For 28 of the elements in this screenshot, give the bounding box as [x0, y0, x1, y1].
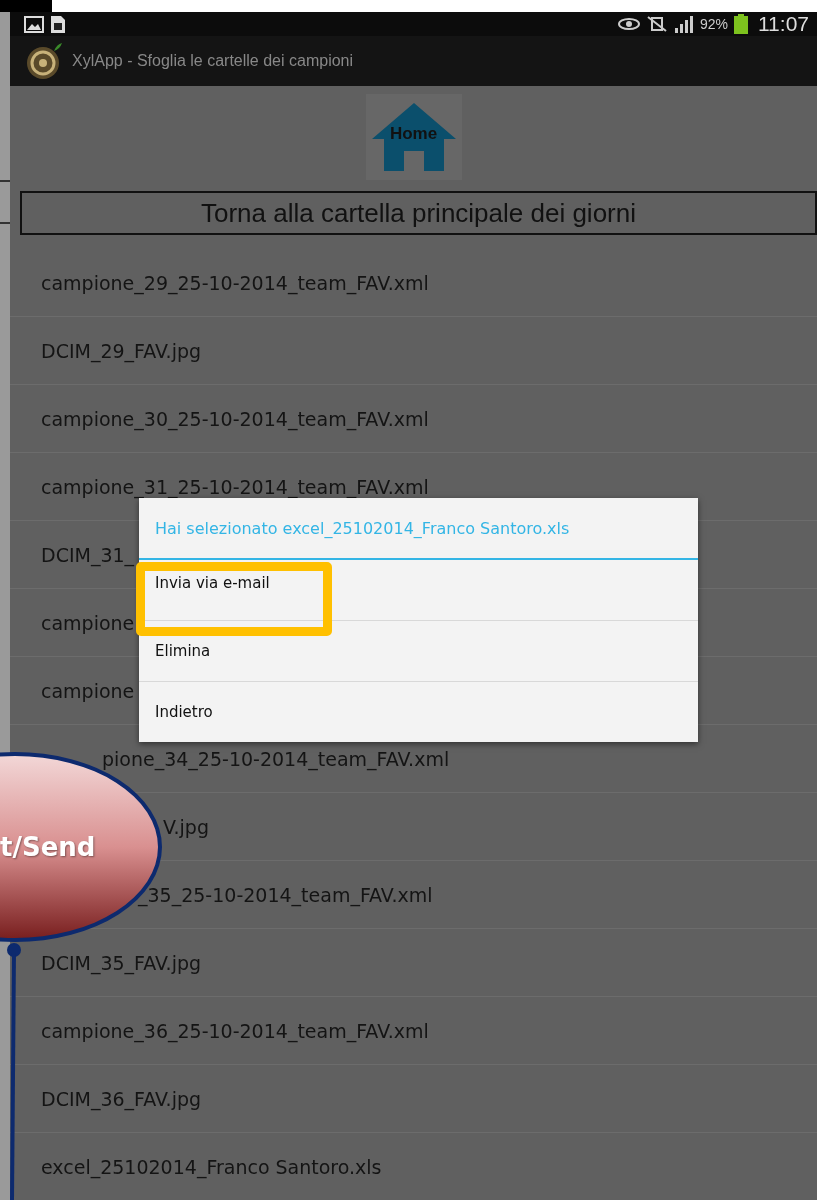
app-title: XylApp - Sfoglia le cartelle dei campioni — [72, 52, 354, 71]
battery-icon — [734, 14, 748, 35]
file-name[interactable]: DCIM_36_FAV.jpg — [41, 1087, 202, 1110]
battery-percent: 92% — [699, 16, 728, 33]
eye-icon — [617, 17, 640, 32]
file-name[interactable]: DCIM_35_FAV.jpg — [41, 951, 202, 974]
clock-time: 11:07 — [758, 12, 809, 37]
file-name[interactable]: campione_29_25-10-2014_team_FAV.xml — [41, 271, 429, 294]
home-button[interactable]: Home — [365, 94, 462, 180]
file-name[interactable]: excel_25102014_Franco Santoro.xls — [41, 1155, 382, 1178]
callout-text: t/Send — [0, 832, 96, 862]
file-name[interactable]: campione — [41, 679, 135, 702]
dialog-title: Hai selezionato excel_25102014_Franco Santoro.xls — [139, 498, 698, 560]
file-name[interactable]: campione_31_25-10-2014_team_FAV.xml — [41, 475, 429, 498]
file-name[interactable]: _35_25-10-2014_team_FAV.xml — [138, 883, 433, 906]
file-name[interactable]: campione_36_25-10-2014_team_FAV.xml — [41, 1019, 429, 1042]
file-name[interactable]: campione_30_25-10-2014_team_FAV.xml — [41, 407, 429, 430]
back-to-root-button[interactable]: Torna alla cartella principale dei giorni — [20, 191, 817, 235]
file-name[interactable]: DCIM_31_ — [41, 543, 135, 566]
file-name[interactable]: DCIM_29_FAV.jpg — [41, 339, 202, 362]
file-name[interactable]: campione — [41, 611, 135, 634]
signal-icon — [673, 15, 694, 34]
image-icon — [24, 15, 44, 33]
sim-card-icon — [50, 14, 66, 34]
file-name[interactable]: V.jpg — [163, 815, 209, 838]
file-name[interactable]: pione_34_25-10-2014_team_FAV.xml — [102, 747, 450, 770]
vibrate-off-icon — [645, 16, 668, 33]
app-logo-icon — [24, 41, 64, 82]
